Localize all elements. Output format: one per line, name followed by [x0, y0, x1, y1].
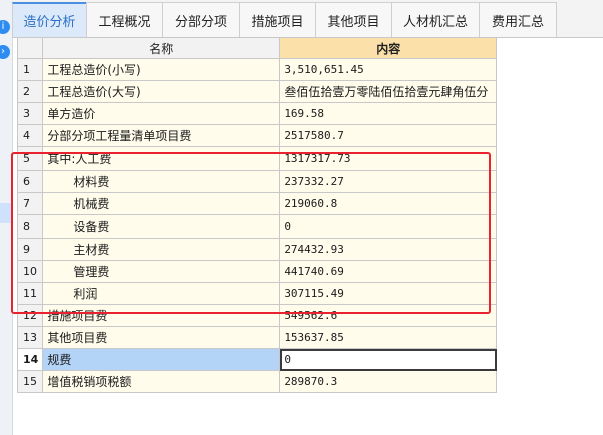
row-value[interactable]: 441740.69	[279, 260, 498, 283]
tab-measures[interactable]: 措施项目	[239, 2, 316, 37]
table-row[interactable]: 2 工程总造价(大写) 叁佰伍拾壹万零陆佰伍拾壹元肆角伍分	[16, 80, 498, 103]
table-row[interactable]: 6 材料费 237332.27	[16, 170, 498, 193]
row-name[interactable]: 主材费	[42, 238, 281, 261]
table-row[interactable]: 10 管理费 441740.69	[16, 260, 498, 283]
row-name[interactable]: 利润	[42, 282, 281, 305]
row-value[interactable]: 叁佰伍拾壹万零陆佰伍拾壹元肆角伍分	[279, 80, 498, 103]
row-number: 10	[16, 260, 44, 283]
row-number: 15	[16, 370, 44, 393]
row-value[interactable]: 153637.85	[279, 326, 498, 349]
row-value-active-cell[interactable]: 0	[279, 348, 498, 371]
row-value[interactable]: 289870.3	[279, 370, 498, 393]
row-number: 1	[16, 58, 44, 81]
tab-fee-summary[interactable]: 费用汇总	[479, 2, 557, 37]
row-value[interactable]: 307115.49	[279, 282, 498, 305]
header-content[interactable]: 内容	[279, 37, 498, 59]
cost-analysis-table: 名称 内容 1 工程总造价(小写) 3,510,651.45 2 工程总造价(大…	[16, 37, 498, 393]
row-number: 9	[16, 238, 44, 261]
row-name[interactable]: 工程总造价(大写)	[42, 80, 281, 103]
table-row[interactable]: 12 措施项目费 549562.6	[16, 304, 498, 327]
tab-other-items[interactable]: 其他项目	[315, 2, 392, 37]
row-value[interactable]: 274432.93	[279, 238, 498, 261]
tab-labor-material-machine[interactable]: 人材机汇总	[391, 2, 480, 37]
table-row[interactable]: 5 其中:人工费 1317317.73	[16, 146, 498, 171]
row-value[interactable]: 549562.6	[279, 304, 498, 327]
row-number: 12	[16, 304, 44, 327]
row-number: 8	[16, 214, 44, 239]
row-value[interactable]: 1317317.73	[279, 146, 498, 171]
info-circle-icon[interactable]: i	[0, 20, 10, 34]
row-name[interactable]: 措施项目费	[42, 304, 281, 327]
table-row[interactable]: 4 分部分项工程量清单项目费 2517580.7	[16, 124, 498, 147]
table-header-row: 名称 内容	[16, 37, 498, 59]
table-row[interactable]: 7 机械费 219060.8	[16, 192, 498, 215]
row-value[interactable]: 3,510,651.45	[279, 58, 498, 81]
row-number: 3	[16, 102, 44, 125]
row-number: 5	[16, 146, 44, 171]
table-row-selected[interactable]: 14 规费 0	[16, 348, 498, 371]
row-number: 14	[16, 348, 44, 371]
row-name[interactable]: 材料费	[42, 170, 281, 193]
row-name[interactable]: 工程总造价(小写)	[42, 58, 281, 81]
row-number: 11	[16, 282, 44, 305]
table-row[interactable]: 9 主材费 274432.93	[16, 238, 498, 261]
header-number	[16, 37, 44, 59]
row-name[interactable]: 其他项目费	[42, 326, 281, 349]
tab-project-overview[interactable]: 工程概况	[86, 2, 163, 37]
side-selection-marker	[0, 203, 12, 223]
row-value[interactable]: 0	[279, 214, 498, 239]
table-row[interactable]: 3 单方造价 169.58	[16, 102, 498, 125]
row-number: 4	[16, 124, 44, 147]
tab-cost-analysis[interactable]: 造价分析	[12, 2, 87, 37]
tab-bar: 造价分析 工程概况 分部分项 措施项目 其他项目 人材机汇总 费用汇总	[12, 0, 603, 38]
row-name[interactable]: 其中:人工费	[42, 146, 281, 171]
row-name[interactable]: 分部分项工程量清单项目费	[42, 124, 281, 147]
row-name[interactable]: 设备费	[42, 214, 281, 239]
row-number: 2	[16, 80, 44, 103]
row-name[interactable]: 规费	[42, 348, 281, 371]
table-row[interactable]: 1 工程总造价(小写) 3,510,651.45	[16, 58, 498, 81]
row-name[interactable]: 单方造价	[42, 102, 281, 125]
table-row[interactable]: 8 设备费 0	[16, 214, 498, 239]
row-value[interactable]: 237332.27	[279, 170, 498, 193]
row-number: 13	[16, 326, 44, 349]
table-row[interactable]: 11 利润 307115.49	[16, 282, 498, 305]
row-value[interactable]: 169.58	[279, 102, 498, 125]
row-number: 7	[16, 192, 44, 215]
chevron-circle-icon[interactable]: ›	[0, 45, 10, 59]
table-row[interactable]: 15 增值税销项税额 289870.3	[16, 370, 498, 393]
table-row[interactable]: 13 其他项目费 153637.85	[16, 326, 498, 349]
row-name[interactable]: 管理费	[42, 260, 281, 283]
header-name[interactable]: 名称	[42, 37, 281, 59]
row-value[interactable]: 219060.8	[279, 192, 498, 215]
row-name[interactable]: 增值税销项税额	[42, 370, 281, 393]
row-number: 6	[16, 170, 44, 193]
row-value[interactable]: 2517580.7	[279, 124, 498, 147]
tab-sub-items[interactable]: 分部分项	[162, 2, 240, 37]
left-side-panel: i ›	[0, 0, 13, 435]
row-name[interactable]: 机械费	[42, 192, 281, 215]
